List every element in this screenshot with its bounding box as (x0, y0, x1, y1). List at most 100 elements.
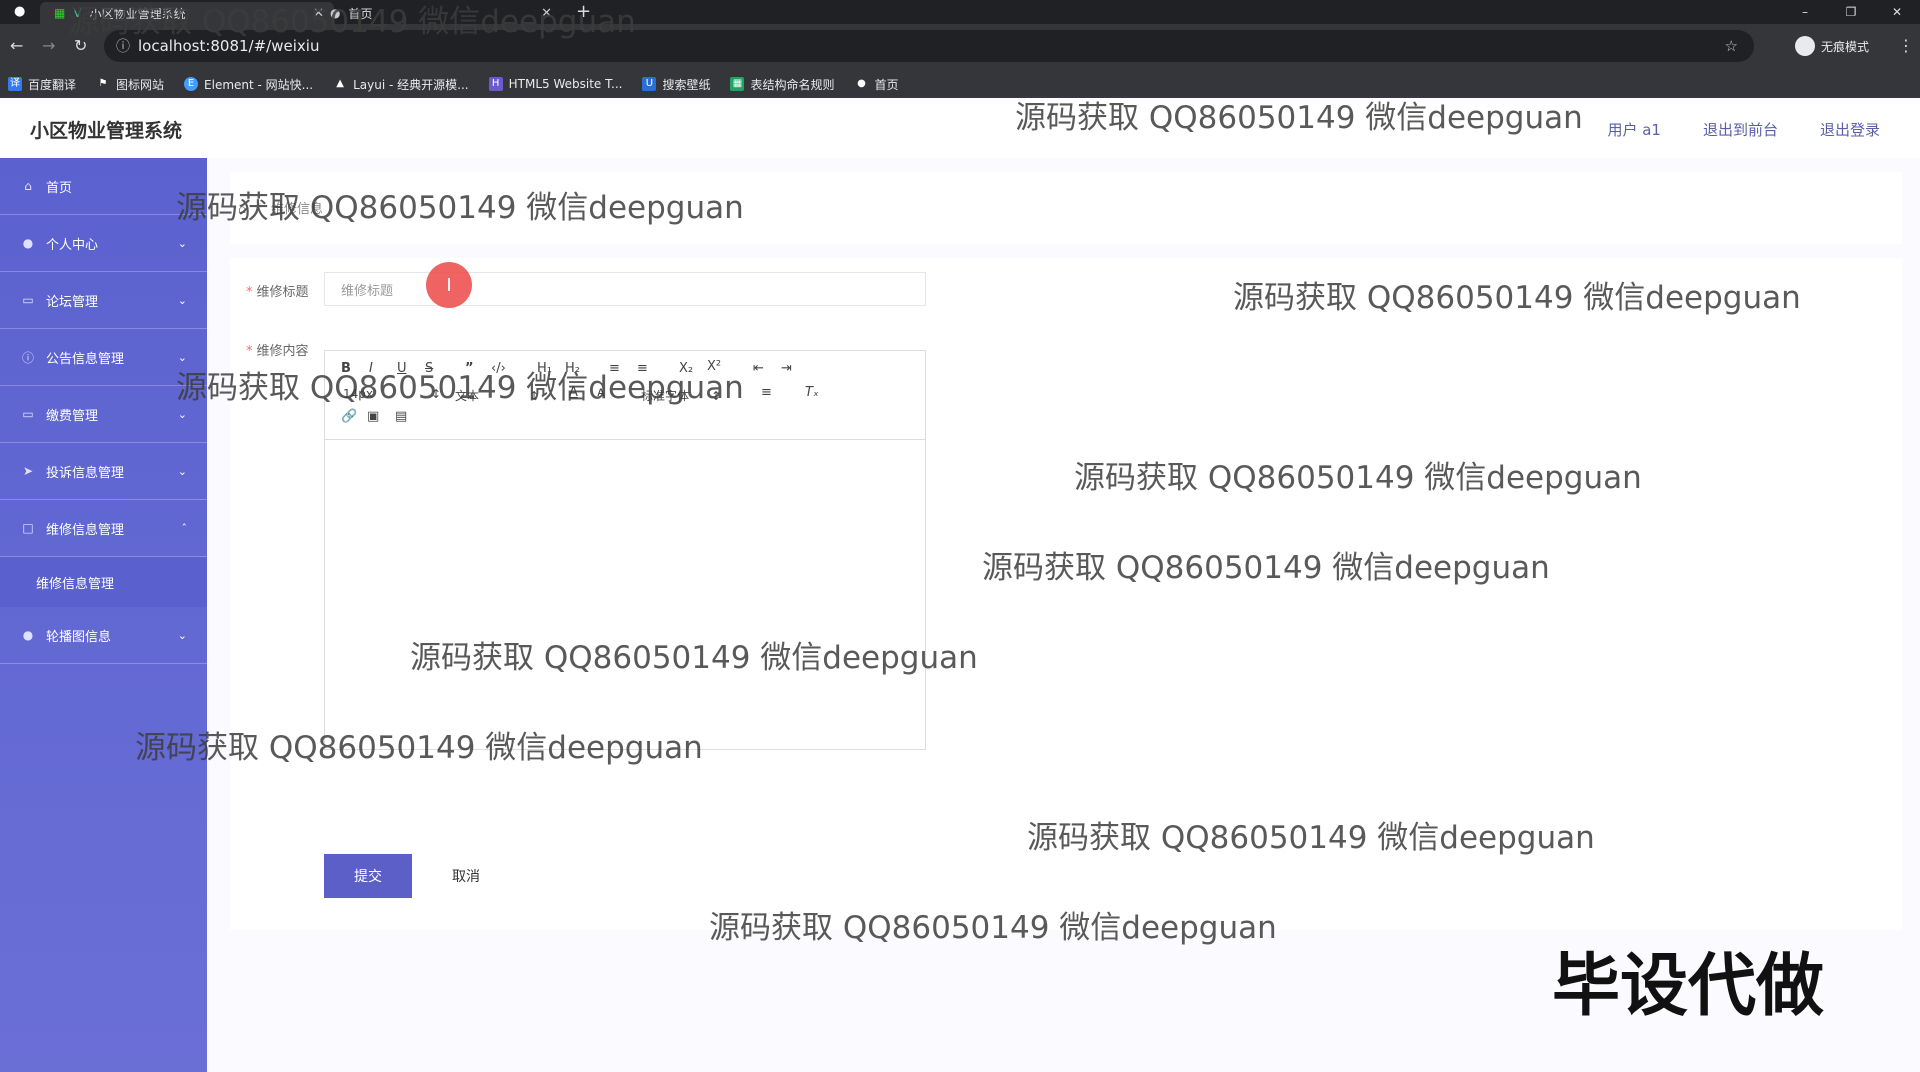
watermark: 源码获取 QQ86050149 微信deepguan (982, 550, 1550, 586)
chevron-down-icon: ⌄ (177, 293, 187, 307)
content-label-text: 维修内容 (256, 344, 309, 359)
bookmark-label: 图标网站 (116, 77, 165, 92)
window-controls: – ❐ ✕ (1782, 0, 1920, 24)
align-icon[interactable]: ≡ (761, 385, 772, 400)
chevron-down-icon: ⌄ (177, 407, 187, 421)
complaint-icon: ➤ (22, 464, 34, 478)
bookmark-label: HTML5 Website T... (508, 77, 623, 91)
restore-icon[interactable]: ❐ (1828, 0, 1874, 24)
watermark: 源码获取 QQ86050149 微信deepguan (1233, 280, 1801, 316)
bookmark-item[interactable]: ▦ 表结构命名规则 (730, 76, 834, 93)
sidebar-subitem-label: 维修信息管理 (36, 576, 115, 592)
content-label: * 维修内容 (246, 344, 309, 359)
submit-button[interactable]: 提交 (324, 854, 412, 898)
forward-icon[interactable]: → (42, 36, 55, 55)
bookmarks-bar: 译百度翻译 ⚑ 图标网站 E Element - 网站快... ▲ Layui - 经… (0, 70, 1920, 98)
sidebar-item-label: 轮播图信息 (46, 629, 112, 645)
incognito-label: 无痕模式 (1821, 39, 1870, 54)
translate-icon: 译 (8, 77, 22, 91)
menu-kebab-icon[interactable]: ⋮ (1898, 36, 1914, 55)
bookmark-label: Element - 网站快... (204, 77, 314, 92)
bookmark-item[interactable]: ▲ Layui - 经典开源模... (333, 76, 468, 93)
cancel-button[interactable]: 取消 (430, 854, 502, 898)
sidebar-subitem-repair[interactable]: 维修信息管理 (0, 557, 207, 607)
text-cursor-icon: I (426, 262, 472, 308)
sidebar-item-forum[interactable]: ▭ 论坛管理 ⌄ (0, 272, 207, 329)
home-icon: ⌂ (24, 179, 32, 193)
layui-icon: ▲ (336, 78, 344, 89)
sidebar-item-repair[interactable]: □ 维修信息管理 ˆ (0, 500, 207, 557)
watermark: 源码获取 QQ86050149 微信deepguan (1015, 100, 1583, 136)
bookmark-item[interactable]: ⚑ 图标网站 (96, 76, 165, 93)
sidebar-item-complaint[interactable]: ➤ 投诉信息管理 ⌄ (0, 443, 207, 500)
app-header: 小区物业管理系统 用户 a1 退出到前台 退出登录 (0, 98, 1920, 158)
repair-icon: □ (22, 521, 34, 535)
bookmark-item[interactable]: 译百度翻译 (8, 76, 76, 93)
logout-link[interactable]: 退出登录 (1820, 119, 1880, 140)
incognito-indicator[interactable]: 无痕模式 (1795, 36, 1869, 56)
forum-icon: ▭ (22, 293, 34, 307)
html5-icon: H (488, 77, 503, 91)
video-icon[interactable]: ▤ (395, 409, 407, 424)
carousel-icon: ● (22, 628, 34, 642)
sidebar-item-label: 公告信息管理 (46, 351, 125, 367)
payment-icon: ▭ (22, 407, 34, 421)
watermark: 源码获取 QQ86050149 微信deepguan (709, 910, 1277, 946)
sidebar-item-label: 论坛管理 (46, 294, 99, 310)
clear-format-icon[interactable]: Tₓ (805, 385, 819, 400)
chevron-down-icon: ⌄ (177, 464, 187, 478)
chevron-down-icon: ⌄ (177, 236, 187, 250)
indent-increase-icon[interactable]: ⇥ (781, 361, 792, 376)
image-icon[interactable]: ▣ (367, 409, 379, 424)
indent-decrease-icon[interactable]: ⇤ (753, 361, 764, 376)
bookmark-label: 首页 (874, 77, 899, 92)
back-to-front-link[interactable]: 退出到前台 (1703, 119, 1778, 140)
sidebar: ⌂ 首页 ● 个人中心 ⌄ ▭ 论坛管理 ⌄ ⓘ 公告信息管理 ⌄ ▭ 缴费管理 ⌄ ➤ 投诉信息管… (0, 158, 207, 1072)
sheet-icon: ▦ (730, 77, 745, 91)
chevron-up-icon: ˆ (181, 521, 188, 535)
watermark: 源码获取 QQ86050149 微信deepguan (68, 4, 636, 40)
bookmark-label: Layui - 经典开源模... (353, 77, 469, 92)
watermark: 源码获取 QQ86050149 微信deepguan (1074, 460, 1642, 496)
notice-icon: ⓘ (21, 350, 34, 365)
sidebar-item-label: 投诉信息管理 (46, 465, 125, 481)
globe-icon: ● (857, 78, 866, 89)
corner-overlay-text: 毕设代做 (1552, 947, 1825, 1026)
chevron-down-icon: ⌄ (177, 628, 187, 642)
header-actions: 用户 a1 退出到前台 退出登录 (1607, 119, 1880, 140)
watermark: 源码获取 QQ86050149 微信deepguan (1027, 820, 1595, 856)
watermark: 源码获取 QQ86050149 微信deepguan (176, 370, 744, 406)
title-label: * 维修标题 (246, 285, 309, 300)
watermark: 源码获取 QQ86050149 微信deepguan (135, 730, 703, 766)
bookmark-label: 表结构命名规则 (750, 77, 835, 92)
user-icon: ● (22, 236, 34, 250)
repair-title-input[interactable]: 维修标题 (324, 272, 926, 306)
bookmark-star-icon[interactable]: ☆ (1725, 37, 1738, 55)
bookmark-item[interactable]: U 搜索壁纸 (642, 76, 710, 93)
bookmark-item[interactable]: E Element - 网站快... (184, 76, 313, 93)
sidebar-item-carousel[interactable]: ● 轮播图信息 ⌄ (0, 607, 207, 664)
app-favicon-icon: ▦ (54, 6, 66, 20)
bookmark-label: 百度翻译 (28, 77, 77, 92)
repair-title-placeholder: 维修标题 (341, 283, 394, 299)
element-icon: E (184, 77, 199, 91)
user-link[interactable]: 用户 a1 (1607, 119, 1661, 140)
minimize-icon[interactable]: – (1782, 0, 1828, 24)
flag-icon: ⚑ (98, 78, 108, 89)
rich-text-editor[interactable]: B I U S ” ‹/› H₁ H₂ ≡ ≡ X₂ X² ⇤ ⇥ 14px ↕ … (324, 350, 926, 750)
sidebar-item-label: 维修信息管理 (46, 522, 125, 538)
browser-logo-icon: ● (14, 4, 26, 19)
watermark: 源码获取 QQ86050149 微信deepguan (410, 640, 978, 676)
back-icon[interactable]: ← (10, 36, 23, 55)
close-window-icon[interactable]: ✕ (1874, 0, 1920, 24)
app-title: 小区物业管理系统 (30, 120, 183, 142)
link-icon[interactable]: 🔗 (341, 409, 357, 424)
bookmark-item[interactable]: H HTML5 Website T... (488, 77, 623, 91)
wallpaper-icon: U (642, 77, 657, 91)
sidebar-item-label: 首页 (46, 180, 73, 196)
bookmark-item[interactable]: ● 首页 (854, 76, 898, 93)
incognito-icon (1795, 36, 1815, 56)
watermark: 源码获取 QQ86050149 微信deepguan (176, 190, 744, 226)
bookmark-label: 搜索壁纸 (662, 77, 711, 92)
sidebar-item-label: 缴费管理 (46, 408, 99, 424)
